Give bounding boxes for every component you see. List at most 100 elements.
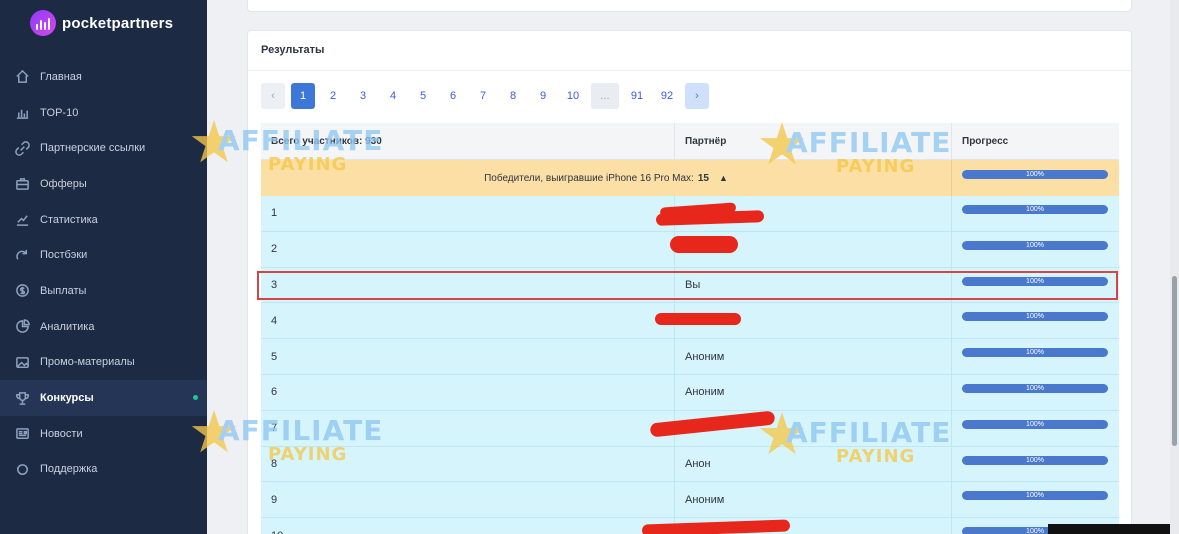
newspaper-icon: [14, 426, 30, 442]
page-button[interactable]: 8: [501, 83, 525, 109]
progress-cell: 100%: [952, 196, 1119, 231]
column-header-progress: Прогресс: [962, 135, 1009, 147]
table-row[interactable]: 9 Аноним 100%: [261, 482, 1119, 519]
progress-cell: 100%: [952, 160, 1119, 196]
sidebar-item-analytics[interactable]: Аналитика: [0, 309, 207, 345]
winners-group-row[interactable]: Победители, выигравшие iPhone 16 Pro Max…: [261, 160, 1119, 196]
results-table: Всего участников: 930 Партнёр Прогресс П…: [261, 123, 1119, 534]
sidebar-item-payouts[interactable]: Выплаты: [0, 273, 207, 309]
page-button[interactable]: 92: [655, 83, 679, 109]
page-button[interactable]: 1: [291, 83, 315, 109]
scrollbar-thumb[interactable]: [1172, 276, 1177, 446]
progress-bar: 100%: [962, 383, 1108, 393]
table-header: Всего участников: 930 Партнёр Прогресс: [261, 123, 1119, 160]
progress-bar: 100%: [962, 170, 1108, 179]
results-title: Результаты: [261, 44, 325, 56]
home-icon: [14, 69, 30, 85]
watermark-text: PAYING: [268, 444, 348, 465]
page-ellipsis: ...: [591, 83, 619, 109]
table-row[interactable]: 5 Аноним 100%: [261, 339, 1119, 375]
sidebar-item-offers[interactable]: Офферы: [0, 166, 207, 202]
progress-bar: 100%: [962, 348, 1108, 358]
previous-card: [247, 0, 1132, 12]
winners-group-text: Победители, выигравшие iPhone 16 Pro Max…: [484, 172, 694, 184]
partner-cell: Аноним: [675, 339, 952, 374]
page-button[interactable]: 9: [531, 83, 555, 109]
page-button[interactable]: 5: [411, 83, 435, 109]
table-row[interactable]: 8 Анон 100%: [261, 446, 1119, 483]
sidebar-item-top10[interactable]: TOP-10: [0, 95, 207, 131]
prev-page-button[interactable]: ‹: [261, 83, 285, 109]
rank-cell: 10: [261, 518, 675, 534]
watermark-text: PAYING: [836, 156, 916, 177]
watermark-logo: ★ AFFILIATE PAYING: [756, 112, 956, 192]
trend-icon: [14, 212, 30, 228]
watermark-text: PAYING: [268, 154, 348, 175]
sidebar-item-label: Статистика: [40, 213, 98, 226]
trophy-icon: [14, 390, 30, 406]
rank-cell: 9: [261, 482, 675, 518]
table-row[interactable]: 3 Вы 100%: [261, 267, 1119, 304]
rank-cell: 4: [261, 303, 675, 339]
divider: [248, 70, 1131, 71]
redaction-mark: [670, 236, 738, 253]
rank-cell: 1: [261, 196, 675, 231]
watermark-logo: ★ AFFILIATE PAYING: [756, 402, 956, 482]
rank-cell: 5: [261, 339, 675, 374]
sidebar-item-label: Поддержка: [40, 463, 98, 476]
sidebar-item-support[interactable]: Поддержка: [0, 452, 207, 488]
pagination: ‹ 1 2 3 4 5 6 7 8 9 10 ... 91 92 ›: [261, 83, 715, 109]
page-button[interactable]: 10: [561, 83, 585, 109]
link-icon: [14, 140, 30, 156]
briefcase-icon: [14, 176, 30, 192]
support-icon: [14, 461, 30, 477]
next-page-button[interactable]: ›: [685, 83, 709, 109]
watermark-logo: ★ AFFILIATE PAYING: [188, 110, 388, 190]
sidebar-item-promo[interactable]: Промо-материалы: [0, 345, 207, 381]
sidebar-item-statistics[interactable]: Статистика: [0, 202, 207, 238]
sidebar-item-postbacks[interactable]: Постбэки: [0, 237, 207, 273]
progress-bar: 100%: [962, 312, 1108, 322]
redaction-mark: [655, 313, 741, 325]
scrollbar[interactable]: [1170, 0, 1179, 534]
page-button[interactable]: 7: [471, 83, 495, 109]
page-button[interactable]: 6: [441, 83, 465, 109]
progress-cell: 100%: [952, 339, 1119, 374]
progress-bar: 100%: [962, 491, 1108, 501]
page-button[interactable]: 91: [625, 83, 649, 109]
bar-chart-icon: [14, 105, 30, 121]
chevron-up-icon[interactable]: ▲: [719, 173, 728, 183]
progress-bar: 100%: [962, 419, 1108, 429]
sidebar-item-partner-links[interactable]: Партнерские ссылки: [0, 130, 207, 166]
brand-name: pocketpartners: [62, 14, 174, 32]
page-button[interactable]: 4: [381, 83, 405, 109]
sidebar-item-label: Постбэки: [40, 249, 88, 262]
rank-cell: 2: [261, 231, 675, 267]
sidebar-item-contests[interactable]: Конкурсы: [0, 380, 207, 416]
progress-bar: 100%: [962, 276, 1108, 286]
sidebar-item-label: Партнерские ссылки: [40, 142, 146, 155]
progress-cell: 100%: [952, 303, 1119, 338]
watermark-text: AFFILIATE: [218, 414, 384, 447]
table-row[interactable]: 6 Аноним 100%: [261, 374, 1119, 411]
progress-cell: 100%: [952, 232, 1119, 267]
sidebar-nav: Главная TOP-10 Партнерские ссылки Офферы…: [0, 59, 207, 487]
progress-bar: 100%: [962, 240, 1108, 250]
logo[interactable]: pocketpartners: [30, 10, 173, 36]
sidebar-item-home[interactable]: Главная: [0, 59, 207, 95]
dollar-icon: [14, 283, 30, 299]
page-button[interactable]: 3: [351, 83, 375, 109]
sidebar-item-label: Промо-материалы: [40, 356, 135, 369]
watermark-text: PAYING: [836, 446, 916, 467]
rank-cell: 3: [261, 267, 675, 303]
progress-cell: 100%: [952, 482, 1119, 517]
page-button[interactable]: 2: [321, 83, 345, 109]
progress-cell: 100%: [952, 411, 1119, 446]
progress-cell: 100%: [952, 268, 1119, 303]
sidebar-item-news[interactable]: Новости: [0, 416, 207, 452]
sidebar-item-label: Новости: [40, 427, 83, 440]
sidebar-item-label: Главная: [40, 70, 82, 83]
watermark-text: AFFILIATE: [218, 124, 384, 157]
progress-cell: 100%: [952, 375, 1119, 410]
progress-cell: 100%: [952, 447, 1119, 482]
